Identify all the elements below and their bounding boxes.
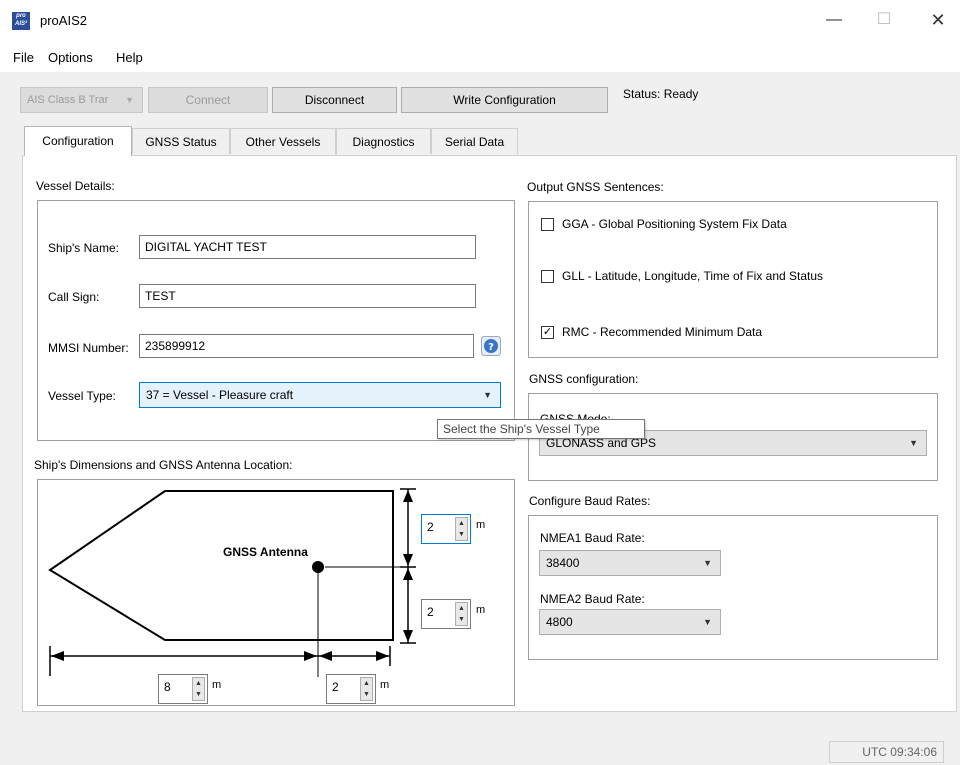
vessel-type-label: Vessel Type:	[48, 389, 116, 403]
spinner-buttons[interactable]: ▲ ▼	[455, 602, 468, 626]
connect-button[interactable]: Connect	[148, 87, 268, 113]
chevron-up-icon[interactable]: ▲	[193, 678, 204, 689]
nmea1-baud-select[interactable]: 38400 ▼	[539, 550, 721, 576]
app-icon-text-top: pro	[16, 13, 26, 19]
close-icon[interactable]: ✕	[928, 10, 948, 30]
maximize-icon[interactable]: ☐	[874, 10, 894, 30]
tab-configuration[interactable]: Configuration	[24, 126, 132, 156]
nmea1-baud-label: NMEA1 Baud Rate:	[540, 531, 645, 545]
menu-file[interactable]: File	[13, 50, 34, 65]
app-icon-text-bottom: AIS²	[15, 21, 27, 27]
tab-diagnostics[interactable]: Diagnostics	[336, 128, 431, 154]
utc-clock: UTC 09:34:06	[829, 741, 944, 763]
antenna-starboard-distance-spinner[interactable]: 2 ▲ ▼	[421, 599, 471, 629]
chevron-down-icon[interactable]: ▼	[703, 551, 712, 575]
tab-gnss-status[interactable]: GNSS Status	[132, 128, 230, 154]
gll-checkbox[interactable]	[541, 270, 554, 283]
gga-label: GGA - Global Positioning System Fix Data	[562, 217, 787, 231]
svg-text:?: ?	[488, 342, 494, 353]
spinner-value: 2	[427, 520, 434, 534]
antenna-dot	[312, 561, 324, 573]
title-bar: pro AIS² proAIS2 — ☐ ✕	[0, 0, 960, 44]
status-text: Status: Ready	[623, 87, 699, 101]
call-sign-input[interactable]: TEST	[139, 284, 476, 308]
output-gnss-heading: Output GNSS Sentences:	[527, 180, 664, 194]
tab-serial-data[interactable]: Serial Data	[431, 128, 518, 154]
nmea2-baud-select[interactable]: 4800 ▼	[539, 609, 721, 635]
chevron-down-icon[interactable]: ▼	[456, 529, 467, 540]
chevron-down-icon: ▼	[483, 390, 492, 400]
write-configuration-button[interactable]: Write Configuration	[401, 87, 608, 113]
chevron-down-icon[interactable]: ▼	[361, 689, 372, 700]
chevron-down-icon[interactable]: ▼	[909, 431, 918, 455]
unit-label: m	[212, 679, 222, 691]
spinner-value: 2	[427, 605, 434, 619]
chevron-down-icon[interactable]: ▼	[703, 610, 712, 634]
nmea1-baud-value: 38400	[546, 556, 580, 570]
unit-label: m	[380, 679, 390, 691]
chevron-up-icon[interactable]: ▲	[361, 678, 372, 689]
antenna-port-distance-spinner[interactable]: 2 ▲ ▼	[421, 514, 471, 544]
help-icon[interactable]: ?	[481, 336, 501, 356]
spinner-value: 2	[332, 680, 339, 694]
device-select[interactable]: AIS Class B Trar ▼	[20, 87, 143, 113]
vessel-details-heading: Vessel Details:	[36, 179, 115, 193]
spinner-buttons[interactable]: ▲ ▼	[360, 677, 373, 701]
chevron-down-icon[interactable]: ▼	[193, 689, 204, 700]
gga-checkbox[interactable]	[541, 218, 554, 231]
gll-label: GLL - Latitude, Longitude, Time of Fix a…	[562, 269, 824, 283]
unit-label: m	[476, 604, 486, 616]
menu-help[interactable]: Help	[116, 50, 143, 65]
chevron-down-icon: ▼	[125, 95, 134, 105]
call-sign-label: Call Sign:	[48, 290, 100, 304]
menu-bar: File Options Help	[0, 44, 960, 72]
vessel-type-value: 37 = Vessel - Pleasure craft	[146, 388, 294, 402]
rmc-label: RMC - Recommended Minimum Data	[562, 325, 763, 339]
rmc-checkbox[interactable]: ✓	[541, 326, 554, 339]
ship-name-input[interactable]: DIGITAL YACHT TEST	[139, 235, 476, 259]
bow-to-antenna-spinner[interactable]: 8 ▲ ▼	[158, 674, 208, 704]
antenna-to-stern-spinner[interactable]: 2 ▲ ▼	[326, 674, 376, 704]
device-select-value: AIS Class B Trar	[27, 94, 109, 106]
chevron-down-icon[interactable]: ▼	[456, 614, 467, 625]
spinner-buttons[interactable]: ▲ ▼	[192, 677, 205, 701]
unit-label: m	[476, 519, 486, 531]
window-title: proAIS2	[40, 13, 87, 28]
mmsi-label: MMSI Number:	[48, 341, 129, 355]
dimensions-heading: Ship's Dimensions and GNSS Antenna Locat…	[34, 458, 293, 472]
chevron-up-icon[interactable]: ▲	[456, 603, 467, 614]
minimize-icon[interactable]: —	[824, 10, 844, 30]
mmsi-input[interactable]: 235899912	[139, 334, 474, 358]
nmea2-baud-label: NMEA2 Baud Rate:	[540, 592, 645, 606]
disconnect-button[interactable]: Disconnect	[272, 87, 397, 113]
gnss-configuration-heading: GNSS configuration:	[529, 372, 639, 386]
chevron-up-icon[interactable]: ▲	[456, 518, 467, 529]
vessel-type-select[interactable]: 37 = Vessel - Pleasure craft ▼	[139, 382, 501, 408]
tab-other-vessels[interactable]: Other Vessels	[230, 128, 336, 154]
menu-options[interactable]: Options	[48, 50, 93, 65]
ship-name-label: Ship's Name:	[48, 241, 119, 255]
spinner-buttons[interactable]: ▲ ▼	[455, 517, 468, 541]
app-icon: pro AIS²	[12, 12, 30, 30]
nmea2-baud-value: 4800	[546, 615, 573, 629]
spinner-value: 8	[164, 680, 171, 694]
vessel-type-tooltip: Select the Ship's Vessel Type	[437, 419, 645, 439]
gnss-antenna-label: GNSS Antenna	[223, 545, 308, 559]
check-icon: ✓	[542, 326, 553, 338]
baud-rates-heading: Configure Baud Rates:	[529, 494, 651, 508]
ship-hull-outline	[48, 490, 394, 641]
